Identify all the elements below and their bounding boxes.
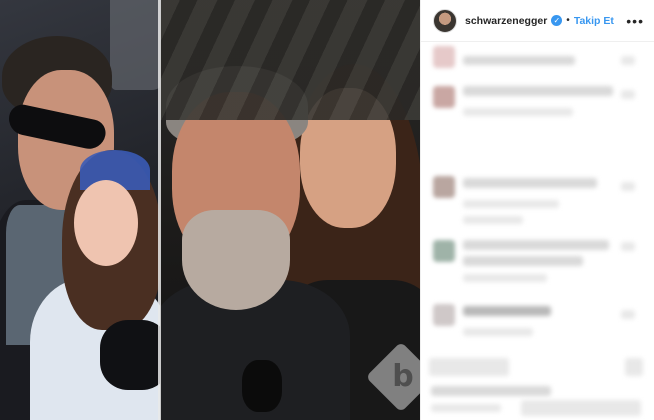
comment-avatar [433,86,455,108]
blurred-comment-meta [463,108,573,116]
blurred-like-icon [621,182,635,191]
ceiling-background [160,0,420,120]
collage-divider [158,0,161,420]
photo-left-childhood [0,0,160,420]
girl-face [74,180,138,266]
blurred-comment-text [463,56,575,65]
comment-avatar [433,46,455,68]
blurred-comment-text [463,306,551,316]
blurred-comment-meta [463,274,547,282]
blurred-timestamp [431,404,501,412]
blurred-comment-text [463,256,583,266]
verified-badge-icon: ✓ [551,15,563,26]
comment-avatar [433,240,455,262]
blurred-comment-text [463,86,613,96]
more-options-icon[interactable]: ••• [626,13,644,29]
blurred-comment-meta [463,200,559,208]
hanging-sunglasses [242,360,282,412]
blurred-save-icon [625,358,643,376]
blurred-comment-box [521,400,641,416]
separator-dot: • [566,15,570,26]
blurred-action-icons [429,358,509,376]
older-man-beard [182,210,290,310]
comment-avatar [433,176,455,198]
blurred-like-icon [621,242,635,251]
follow-button[interactable]: Takip Et [574,15,614,27]
post-media[interactable]: b [0,0,420,420]
blurred-comment-meta [463,216,523,224]
blurred-like-icon [621,90,635,99]
blurred-like-icon [621,56,635,65]
post-sidebar: schwarzenegger ✓ • Takip Et ••• [420,0,654,420]
avatar[interactable] [433,8,457,33]
blurred-comment-text [463,240,609,250]
post-header: schwarzenegger ✓ • Takip Et ••• [421,0,654,42]
comment-avatar [433,304,455,326]
blurred-comment-text [463,178,597,188]
comments-list-blurred [421,42,654,420]
blurred-like-count [431,386,551,396]
blurred-comment-meta [463,328,533,336]
username-link[interactable]: schwarzenegger [465,15,547,27]
blurred-like-icon [621,310,635,319]
glove [100,320,160,390]
background-prop [110,0,160,90]
watermark-logo: b [392,359,414,394]
